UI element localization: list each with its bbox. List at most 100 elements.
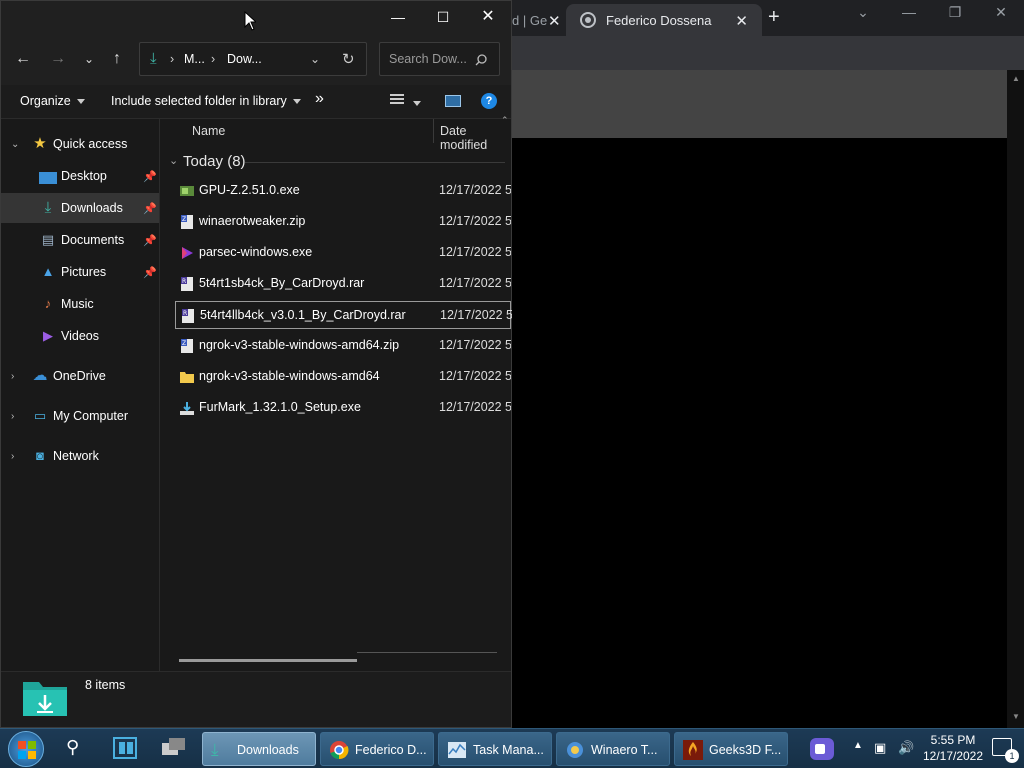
list-item[interactable]: R 5t4rt1sb4ck_By_CarDroyd.rar 12/17/2022…	[175, 270, 511, 298]
file-explorer-window: — ☐ ✕ ← → ⌄ ↑ ⤓ › M... › Dow... ⌄ ↻ Sear…	[0, 0, 512, 728]
new-tab-button[interactable]: +	[768, 6, 780, 29]
taskbar-item-furmark[interactable]: Geeks3D F...	[674, 732, 788, 766]
breadcrumb-separator-icon[interactable]: ›	[170, 52, 174, 66]
page-header-area	[512, 70, 1007, 138]
parsec-icon	[182, 247, 193, 259]
list-item[interactable]: Z winaerotweaker.zip 12/17/2022 5:4	[175, 208, 511, 236]
taskbar-item-downloads[interactable]: ⤓ Downloads	[202, 732, 316, 766]
downloads-icon: ⤓	[211, 740, 219, 759]
help-icon[interactable]: ?	[481, 93, 497, 109]
minimize-icon[interactable]: —	[375, 6, 421, 28]
desktop-icon	[39, 172, 57, 184]
nav-item-network[interactable]: › ◙ Network	[1, 441, 159, 471]
pin-icon[interactable]: 📌	[143, 266, 157, 279]
taskbar-item-winaero[interactable]: Winaero T...	[556, 732, 670, 766]
column-name[interactable]: Name	[192, 124, 225, 138]
organize-button[interactable]: Organize	[20, 94, 85, 108]
folder-icon	[180, 372, 194, 383]
preview-pane-icon[interactable]	[445, 95, 461, 107]
address-dropdown-icon[interactable]: ⌄	[310, 52, 320, 66]
chevron-right-icon[interactable]: ›	[11, 371, 14, 382]
desktop-switch-icon[interactable]	[162, 738, 186, 756]
taskbar-item-chrome[interactable]: Federico D...	[320, 732, 434, 766]
nav-item-my-computer[interactable]: › ▭ My Computer	[1, 401, 159, 431]
notification-center-icon[interactable]: 1	[992, 738, 1019, 763]
list-item[interactable]: R 5t4rt4llb4ck_v3.0.1_By_CarDroyd.rar 12…	[175, 301, 512, 329]
group-header[interactable]: Today (8)	[183, 153, 246, 170]
taskbar-item-task-manager[interactable]: Task Mana...	[438, 732, 552, 766]
file-name: 5t4rt4llb4ck_v3.0.1_By_CarDroyd.rar	[200, 308, 406, 322]
page-scrollbar[interactable]: ▲ ▼	[1007, 70, 1024, 728]
file-date: 12/17/2022 5:5	[439, 400, 511, 414]
close-icon[interactable]: ✕	[548, 12, 561, 30]
search-input[interactable]: Search Dow...	[379, 42, 500, 76]
file-date: 12/17/2022 5:4	[439, 214, 511, 228]
close-icon[interactable]: ✕	[981, 4, 1021, 21]
chevron-down-icon[interactable]: ⌄	[11, 139, 19, 150]
pin-icon[interactable]: 📌	[143, 202, 157, 215]
taskbar-label: Federico D...	[355, 743, 427, 757]
forward-arrow-icon[interactable]: →	[46, 49, 70, 69]
breadcrumb-separator-icon[interactable]: ›	[211, 52, 215, 66]
back-arrow-icon[interactable]: ←	[11, 49, 35, 69]
mouse-cursor-icon	[244, 11, 256, 31]
breadcrumb-segment[interactable]: M...	[184, 52, 205, 66]
browser-tab-partial[interactable]: d | Ge ✕	[512, 4, 562, 36]
column-divider[interactable]	[433, 119, 434, 143]
tab-search-icon[interactable]: ⌄	[843, 4, 883, 21]
installer-icon	[180, 402, 194, 415]
start-button[interactable]	[8, 731, 44, 767]
nav-item-music[interactable]: ♪ Music	[1, 289, 159, 319]
task-view-icon[interactable]	[113, 737, 137, 759]
nav-label: Videos	[61, 329, 99, 343]
address-bar[interactable]: ⤓ › M... › Dow... ⌄ ↻	[139, 42, 367, 76]
list-item[interactable]: ngrok-v3-stable-windows-amd64 12/17/2022…	[175, 363, 511, 391]
pin-icon[interactable]: 📌	[143, 170, 157, 183]
view-options-button[interactable]	[389, 93, 421, 110]
chevron-down-icon[interactable]: ⌄	[169, 154, 178, 167]
recent-locations-icon[interactable]: ⌄	[77, 49, 101, 69]
tab-title: d | Ge	[512, 12, 548, 28]
nav-item-videos[interactable]: ▶ Videos	[1, 321, 159, 351]
refresh-icon[interactable]: ↻	[342, 50, 355, 68]
include-in-library-button[interactable]: Include selected folder in library	[111, 94, 301, 108]
close-icon[interactable]: ✕	[465, 6, 511, 28]
meeting-icon[interactable]	[810, 738, 834, 760]
nav-item-quick-access[interactable]: ⌄ ★ Quick access	[1, 129, 159, 159]
column-date-modified[interactable]: Date modified	[440, 124, 511, 152]
up-arrow-icon[interactable]: ↑	[105, 49, 129, 69]
details-pane: 8 items	[1, 671, 511, 727]
search-placeholder: Search Dow...	[389, 52, 467, 66]
nav-item-onedrive[interactable]: › ☁ OneDrive	[1, 361, 159, 391]
search-icon[interactable]: ⚲	[66, 737, 79, 758]
chevron-right-icon[interactable]: ›	[11, 411, 14, 422]
clock-time: 5:55 PM	[930, 733, 976, 747]
list-item[interactable]: GPU-Z.2.51.0.exe 12/17/2022 5:5	[175, 177, 511, 205]
file-name: FurMark_1.32.1.0_Setup.exe	[199, 400, 361, 414]
more-commands-button[interactable]: »	[315, 90, 324, 108]
list-item[interactable]: FurMark_1.32.1.0_Setup.exe 12/17/2022 5:…	[175, 394, 511, 422]
nav-item-documents[interactable]: ▤ Documents 📌	[1, 225, 159, 255]
breadcrumb-segment[interactable]: Dow...	[227, 52, 262, 66]
minimize-icon[interactable]: —	[889, 4, 929, 20]
rar-archive-icon: R	[181, 277, 193, 291]
show-hidden-icons-icon[interactable]: ▲	[853, 740, 863, 751]
volume-icon[interactable]: 🔊	[898, 740, 914, 756]
list-item[interactable]: parsec-windows.exe 12/17/2022 5:4	[175, 239, 511, 267]
chevron-right-icon[interactable]: ›	[11, 451, 14, 462]
restore-icon[interactable]: ❐	[935, 4, 975, 21]
list-item[interactable]: Z ngrok-v3-stable-windows-amd64.zip 12/1…	[175, 332, 511, 360]
system-clock[interactable]: 5:55 PM 12/17/2022	[921, 732, 985, 764]
close-icon[interactable]: ✕	[735, 12, 748, 30]
browser-tab-active[interactable]: Federico Dossena ✕	[566, 4, 762, 36]
pin-icon[interactable]: 📌	[143, 234, 157, 247]
command-bar: Organize Include selected folder in libr…	[1, 85, 511, 119]
maximize-icon[interactable]: ☐	[420, 6, 466, 28]
nav-item-downloads[interactable]: ⤓ Downloads 📌	[1, 193, 159, 223]
star-icon: ★	[33, 135, 47, 152]
nav-item-desktop[interactable]: Desktop 📌	[1, 161, 159, 191]
title-bar[interactable]: — ☐ ✕	[1, 1, 511, 33]
horizontal-scrollbar[interactable]	[179, 659, 357, 662]
nav-item-pictures[interactable]: ▲ Pictures 📌	[1, 257, 159, 287]
network-status-icon[interactable]: ▣	[874, 740, 886, 756]
